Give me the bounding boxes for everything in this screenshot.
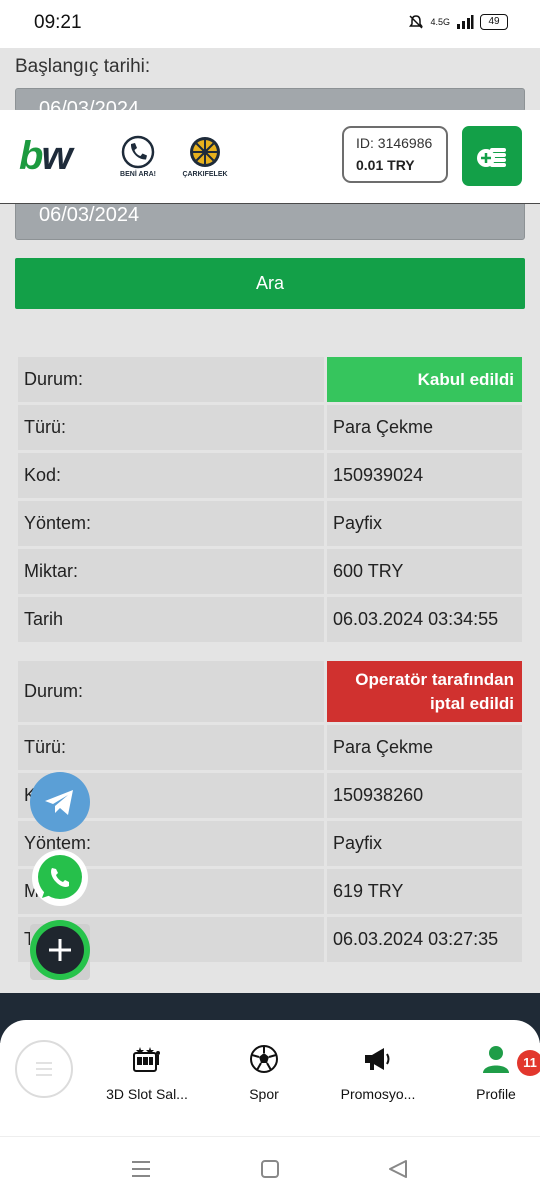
status-bar: 09:21 4.5G 49 [0,0,540,48]
add-button-inner [36,926,84,974]
status-icons: 4.5G 49 [408,14,508,30]
field-label: Kod: [18,453,324,498]
nav-label: Promosyo... [340,1086,416,1102]
transaction-table: Durum: Operatör tarafından iptal edildi … [18,661,522,965]
table-row: Miktar: 600 TRY [18,549,522,594]
field-value: 150939024 [327,453,522,498]
call-me-link[interactable]: BENİ ARA! [116,135,160,178]
status-time: 09:21 [34,12,82,33]
megaphone-icon [365,1048,390,1070]
table-row: Durum: Operatör tarafından iptal edildi [18,661,522,722]
network-type: 4.5G [430,17,450,27]
coins-plus-icon [477,148,506,167]
nav-item-slots[interactable]: 3D Slot Sal... [97,1042,197,1102]
phone-icon [121,135,155,169]
field-value: 150938260 [327,773,522,818]
back-icon[interactable] [386,1157,410,1181]
battery-indicator: 49 [480,14,508,30]
account-id: ID: 3146986 [356,135,433,151]
field-label: Tarih [18,597,324,642]
deposit-button[interactable] [462,126,522,186]
telegram-icon [45,790,73,815]
table-row: Miktar: 619 TRY [18,869,522,914]
field-label: Miktar: [18,549,324,594]
status-badge: Operatör tarafından iptal edildi [327,661,522,722]
field-value: Payfix [327,501,522,546]
whatsapp-icon [38,855,82,899]
site-header: bw BENİ ARA! ÇARKIFELEK ID: 3146986 0.01… [0,110,540,204]
account-balance: 0.01 TRY [356,157,415,173]
recent-apps-icon[interactable] [128,1157,154,1181]
plus-icon [49,939,71,961]
hamburger-icon [36,1062,52,1076]
bottom-navigation: 3D Slot Sal... Spor Promosyo... Profile … [0,1020,540,1136]
field-value: Para Çekme [327,725,522,770]
field-label: Türü: [18,725,324,770]
nav-item-promotions[interactable]: Promosyo... [328,1042,428,1102]
table-row: Tarih 06.03.2024 03:27:35 [18,917,522,962]
whatsapp-button[interactable] [32,850,88,906]
fortune-wheel-icon [190,137,220,167]
brand-logo[interactable]: bw [19,134,73,179]
table-row: Kod: 150939024 [18,453,522,498]
field-value: 600 TRY [327,549,522,594]
transaction-table: Durum: Kabul edildi Türü: Para Çekme Kod… [18,357,522,645]
table-row: Yöntem: Payfix [18,501,522,546]
nav-item-profile[interactable]: Profile 11 [446,1042,540,1102]
nav-label: Spor [249,1086,279,1102]
menu-button[interactable] [15,1040,73,1098]
field-label: Yöntem: [18,501,324,546]
nav-label: 3D Slot Sal... [106,1086,188,1102]
start-date-input[interactable]: 06/03/2024 [15,88,525,112]
field-label: Türü: [18,405,324,450]
table-row: Durum: Kabul edildi [18,357,522,402]
system-navigation [0,1136,540,1201]
nav-item-sports[interactable]: Spor [214,1042,314,1102]
field-value: 06.03.2024 03:34:55 [327,597,522,642]
nav-label: Profile [476,1086,516,1102]
user-icon [483,1046,509,1073]
status-label: Durum: [18,357,324,402]
search-button[interactable]: Ara [15,258,525,309]
slot-machine-icon [133,1047,160,1072]
status-badge: Kabul edildi [327,357,522,402]
table-row: Tarih 06.03.2024 03:34:55 [18,597,522,642]
wheel-of-fortune-link[interactable]: ÇARKIFELEK [178,135,232,178]
field-value: 619 TRY [327,869,522,914]
table-row: Türü: Para Çekme [18,725,522,770]
field-value: Para Çekme [327,405,522,450]
table-row: Kod: 150938260 [18,773,522,818]
table-row: Türü: Para Çekme [18,405,522,450]
signal-icon [457,15,474,29]
field-value: Payfix [327,821,522,866]
notification-badge: 11 [517,1050,540,1076]
call-me-label: BENİ ARA! [120,171,156,178]
home-icon[interactable] [258,1157,282,1181]
telegram-button[interactable] [30,772,90,832]
table-row: Yöntem: Payfix [18,821,522,866]
field-value: 06.03.2024 03:27:35 [327,917,522,962]
soccer-ball-icon [250,1045,278,1073]
add-button[interactable] [30,920,90,980]
wheel-of-fortune-label: ÇARKIFELEK [182,171,228,178]
start-date-label: Başlangıç tarihi: [15,56,151,77]
account-info[interactable]: ID: 3146986 0.01 TRY [342,126,448,183]
status-label: Durum: [18,661,324,722]
mute-bell-icon [409,15,424,29]
